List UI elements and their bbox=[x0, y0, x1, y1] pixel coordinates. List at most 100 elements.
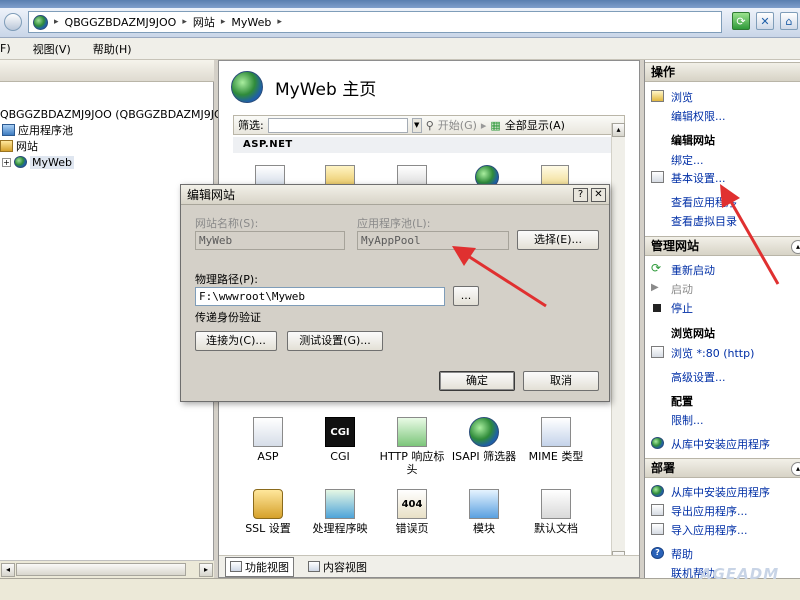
help-icon: ? bbox=[651, 547, 664, 559]
feature-isapi-filters[interactable]: ISAPI 筛选器 bbox=[449, 417, 519, 463]
app-pool-icon bbox=[2, 124, 15, 136]
http-response-headers-icon bbox=[397, 417, 427, 447]
import-application-link[interactable]: 导入应用程序... bbox=[671, 522, 748, 538]
scroll-thumb[interactable] bbox=[16, 563, 186, 576]
start-link[interactable]: 启动 bbox=[671, 281, 693, 297]
site-name-label: 网站名称(S): bbox=[195, 217, 259, 230]
filter-label: 筛选: bbox=[238, 119, 264, 132]
address-bar: ▸ QBGGZBDAZMJ9JOO ▸ 网站 ▸ MyWeb ▸ ⟳ ✕ ⌂ ? bbox=[0, 8, 800, 38]
bindings-link[interactable]: 绑定... bbox=[671, 152, 704, 168]
physical-path-field[interactable]: F:\wwwroot\Myweb bbox=[195, 287, 445, 306]
collapse-icon[interactable]: ▴ bbox=[791, 462, 800, 476]
browse-site-header: 浏览网站 bbox=[671, 327, 715, 340]
scroll-right-icon[interactable]: ▸ bbox=[199, 563, 213, 577]
settings-icon bbox=[651, 171, 664, 183]
install-from-gallery-link[interactable]: 从库中安装应用程序 bbox=[671, 436, 770, 452]
tab-features-view[interactable]: 功能视图 bbox=[225, 556, 294, 577]
filter-separator: ▸ bbox=[480, 118, 487, 132]
connect-as-button[interactable]: 连接为(C)... bbox=[195, 331, 277, 351]
feature-label: 错误页 bbox=[395, 522, 429, 535]
browse-path-button[interactable]: ... bbox=[453, 286, 479, 306]
breadcrumb-site[interactable]: MyWeb bbox=[231, 16, 271, 29]
tree-node-myweb[interactable]: + MyWeb bbox=[2, 154, 74, 170]
menu-help[interactable]: 帮助(H) bbox=[93, 41, 132, 57]
feature-asp[interactable]: ASP bbox=[233, 417, 303, 463]
gallery-icon bbox=[651, 485, 664, 497]
limits-link[interactable]: 限制... bbox=[671, 412, 704, 428]
feature-http-response-headers[interactable]: HTTP 响应标头 bbox=[377, 417, 447, 476]
show-all-button[interactable]: 全部显示(A) bbox=[505, 117, 565, 133]
feature-label: ASP bbox=[257, 450, 279, 463]
connections-toolbar bbox=[0, 60, 214, 82]
basic-settings-link[interactable]: 基本设置... bbox=[671, 170, 726, 186]
export-icon bbox=[651, 504, 664, 516]
feature-mime-types[interactable]: MIME 类型 bbox=[521, 417, 591, 463]
test-settings-button[interactable]: 测试设置(G)... bbox=[287, 331, 383, 351]
tab-label: 内容视图 bbox=[323, 560, 367, 574]
handler-mappings-icon bbox=[325, 489, 355, 519]
stop-icon[interactable]: ✕ bbox=[756, 12, 774, 30]
select-app-pool-button[interactable]: 选择(E)... bbox=[517, 230, 599, 250]
feature-label: MIME 类型 bbox=[528, 450, 584, 463]
advanced-settings-link[interactable]: 高级设置... bbox=[671, 369, 726, 385]
breadcrumb-sites[interactable]: 网站 bbox=[193, 14, 215, 30]
browse-site-icon bbox=[651, 346, 664, 358]
home-icon[interactable]: ⌂ bbox=[780, 12, 798, 30]
export-application-link[interactable]: 导出应用程序... bbox=[671, 503, 748, 519]
scroll-left-icon[interactable]: ◂ bbox=[1, 563, 15, 577]
feature-default-document[interactable]: 默认文档 bbox=[521, 489, 591, 535]
features-vscrollbar[interactable]: ▴ ▾ bbox=[611, 123, 625, 569]
filter-toolbar: 筛选: ▼ ⚲ 开始(G) ▸ ▦ 全部显示(A) bbox=[233, 115, 625, 135]
asp-icon bbox=[253, 417, 283, 447]
view-virtual-directories-link[interactable]: 查看虚拟目录 bbox=[671, 213, 737, 229]
watermark: AGEADM bbox=[700, 565, 780, 583]
isapi-filters-icon bbox=[469, 417, 499, 447]
tab-label: 功能视图 bbox=[245, 560, 289, 574]
filter-dropdown-icon[interactable]: ▼ bbox=[411, 117, 422, 133]
feature-label: 默认文档 bbox=[534, 522, 578, 535]
cancel-button[interactable]: 取消 bbox=[523, 371, 599, 391]
default-document-icon bbox=[541, 489, 571, 519]
connections-hscrollbar[interactable]: ◂ ▸ bbox=[0, 560, 214, 578]
filter-input[interactable] bbox=[267, 117, 408, 133]
dialog-help-button[interactable]: ? bbox=[573, 188, 588, 202]
tab-content-view[interactable]: 内容视图 bbox=[304, 558, 371, 576]
dialog-close-button[interactable]: ✕ bbox=[591, 188, 606, 202]
ok-button[interactable]: 确定 bbox=[439, 371, 515, 391]
start-icon: ▶ bbox=[651, 282, 659, 293]
scroll-up-icon[interactable]: ▴ bbox=[612, 123, 625, 137]
tree-node-app-pools[interactable]: 应用程序池 bbox=[2, 122, 73, 138]
view-applications-link[interactable]: 查看应用程序 bbox=[671, 194, 737, 210]
breadcrumb-separator: ▸ bbox=[277, 17, 282, 27]
restart-icon: ⟳ bbox=[651, 261, 662, 275]
feature-error-pages[interactable]: 404 错误页 bbox=[377, 489, 447, 535]
feature-handler-mappings[interactable]: 处理程序映 bbox=[305, 489, 375, 535]
deploy-install-link[interactable]: 从库中安装应用程序 bbox=[671, 484, 770, 500]
deploy-header: 部署 ▴ bbox=[645, 458, 800, 478]
refresh-icon[interactable]: ⟳ bbox=[732, 12, 750, 30]
menu-file[interactable]: F) bbox=[0, 42, 11, 55]
edit-site-header: 编辑网站 bbox=[671, 134, 715, 147]
browse-port-80-link[interactable]: 浏览 *:80 (http) bbox=[671, 345, 754, 361]
feature-cgi[interactable]: CGI CGI bbox=[305, 417, 375, 463]
site-name-field[interactable]: MyWeb bbox=[195, 231, 345, 250]
address-box[interactable]: ▸ QBGGZBDAZMJ9JOO ▸ 网站 ▸ MyWeb ▸ bbox=[28, 11, 722, 33]
actions-header: 操作 bbox=[645, 62, 800, 82]
feature-modules[interactable]: 模块 bbox=[449, 489, 519, 535]
restart-link[interactable]: 重新启动 bbox=[671, 262, 715, 278]
collapse-icon[interactable]: ▴ bbox=[791, 240, 800, 254]
tree-app-pools-label: 应用程序池 bbox=[18, 124, 73, 137]
feature-ssl-settings[interactable]: SSL 设置 bbox=[233, 489, 303, 535]
tree-node-sites[interactable]: 网站 bbox=[0, 138, 38, 154]
edit-permissions-link[interactable]: 编辑权限... bbox=[671, 108, 726, 124]
breadcrumb-server[interactable]: QBGGZBDAZMJ9JOO bbox=[65, 16, 177, 29]
stop-link[interactable]: 停止 bbox=[671, 300, 693, 316]
start-button[interactable]: 开始(G) bbox=[438, 117, 477, 133]
menu-view[interactable]: 视图(V) bbox=[33, 41, 71, 57]
start-icon: ⚲ bbox=[425, 118, 434, 132]
app-pool-field[interactable]: MyAppPool bbox=[357, 231, 509, 250]
expand-icon[interactable]: + bbox=[2, 157, 11, 167]
browse-link[interactable]: 浏览 bbox=[671, 89, 693, 105]
back-button[interactable] bbox=[4, 13, 22, 31]
help-link[interactable]: 帮助 bbox=[671, 546, 693, 562]
